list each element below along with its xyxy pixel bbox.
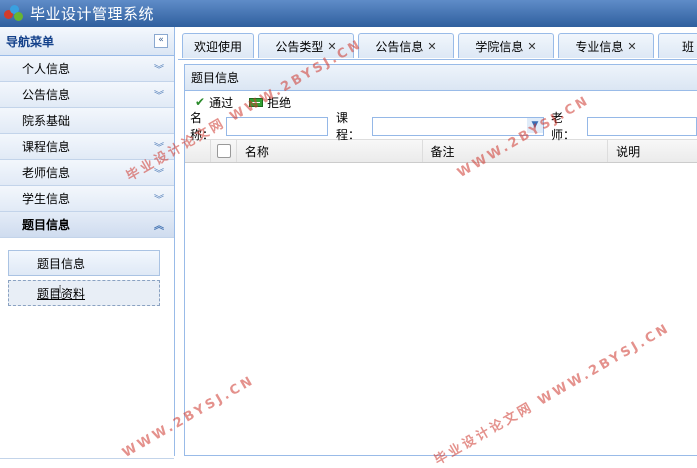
sidebar-item-course[interactable]: 课程信息 ︾ — [0, 134, 174, 160]
close-icon[interactable]: ✕ — [627, 40, 636, 53]
toolbar: ✔ 通过 拒绝 — [185, 91, 697, 113]
topic-panel: 题目信息 ✔ 通过 拒绝 名称： 课程： ▼ 老师： 名称 备注 说明 — [184, 64, 697, 456]
submenu-topic-info[interactable]: 题目信息 — [8, 250, 160, 276]
submenu-label: 题目信息 — [37, 256, 86, 271]
close-icon[interactable]: ✕ — [427, 40, 436, 53]
sidebar-item-department[interactable]: 院系基础 — [0, 108, 174, 134]
chevron-down-icon: ︾ — [154, 195, 164, 206]
chevron-down-icon: ︾ — [154, 143, 164, 154]
tab-label: 班 — [681, 39, 694, 54]
approve-button[interactable]: ✔ 通过 — [195, 94, 233, 111]
panel-title: 题目信息 — [185, 65, 697, 91]
sidebar: 导航菜单 « 个人信息 ︾ 公告信息 ︾ 院系基础 课程信息 ︾ 老师信息 ︾ … — [0, 27, 175, 459]
search-bar: 名称： 课程： ▼ 老师： — [185, 111, 697, 142]
name-input[interactable] — [226, 116, 328, 136]
column-header-remark[interactable]: 备注 — [423, 140, 609, 162]
sidebar-item-personal[interactable]: 个人信息 ︾ — [0, 56, 174, 82]
check-icon: ✔ — [195, 95, 206, 109]
course-select[interactable]: ▼ — [372, 116, 544, 136]
tab-notice-type[interactable]: 公告类型 ✕ — [258, 33, 354, 58]
close-icon[interactable]: ✕ — [527, 40, 536, 53]
tab-label: 公告信息 — [375, 39, 424, 54]
tab-label: 专业信息 — [575, 39, 624, 54]
tab-college-info[interactable]: 学院信息 ✕ — [458, 33, 554, 58]
chevron-down-icon: ︾ — [154, 65, 164, 76]
sidebar-item-label: 课程信息 — [22, 140, 71, 154]
column-header-desc[interactable]: 说明 — [608, 140, 697, 162]
grid-header: 名称 备注 说明 — [185, 139, 697, 163]
course-input[interactable] — [372, 116, 544, 136]
collapse-icon[interactable]: « — [154, 34, 168, 48]
submenu-topic-material[interactable]: 题目资料 — [8, 280, 160, 306]
tab-major-info[interactable]: 专业信息 ✕ — [558, 33, 654, 58]
topic-subpanel: 题目信息 题目资料 ☝ — [0, 238, 174, 459]
chevron-up-icon: ︽ — [154, 221, 164, 232]
sidebar-item-topic[interactable]: 题目信息 ︽ — [0, 212, 174, 238]
tab-notice-info[interactable]: 公告信息 ✕ — [358, 33, 454, 58]
close-icon[interactable]: ✕ — [327, 40, 336, 53]
approve-label: 通过 — [209, 95, 234, 110]
course-label: 课程： — [336, 111, 361, 142]
chevron-down-icon: ︾ — [154, 91, 164, 102]
chevron-down-icon: ︾ — [154, 169, 164, 180]
select-all-checkbox[interactable] — [211, 140, 237, 162]
teacher-label: 老师： — [551, 111, 576, 142]
logo-icon — [4, 4, 26, 23]
sidebar-item-teacher[interactable]: 老师信息 ︾ — [0, 160, 174, 186]
app-header: 毕业设计管理系统 — [0, 0, 697, 27]
sidebar-item-label: 学生信息 — [22, 192, 71, 206]
sidebar-item-label: 个人信息 — [22, 62, 71, 76]
sidebar-item-student[interactable]: 学生信息 ︾ — [0, 186, 174, 212]
sidebar-item-notice[interactable]: 公告信息 ︾ — [0, 82, 174, 108]
tab-welcome[interactable]: 欢迎使用 — [182, 33, 254, 58]
hand-cursor-icon: ☝ — [52, 282, 63, 303]
row-number-header — [185, 140, 211, 162]
reject-icon — [249, 97, 264, 107]
tab-label: 公告类型 — [275, 39, 324, 54]
tab-label: 欢迎使用 — [193, 39, 242, 54]
sidebar-item-label: 老师信息 — [22, 166, 71, 180]
sidebar-item-label: 院系基础 — [22, 114, 71, 128]
tab-class[interactable]: 班 — [658, 33, 697, 58]
sidebar-item-label: 公告信息 — [22, 88, 71, 102]
tab-label: 学院信息 — [475, 39, 524, 54]
reject-button[interactable]: 拒绝 — [249, 94, 291, 111]
name-label: 名称： — [190, 111, 215, 142]
reject-label: 拒绝 — [267, 95, 292, 110]
column-header-name[interactable]: 名称 — [237, 140, 423, 162]
teacher-input[interactable] — [587, 116, 697, 136]
sidebar-item-label: 题目信息 — [22, 218, 71, 232]
chevron-down-icon[interactable]: ▼ — [527, 117, 543, 133]
sidebar-header: 导航菜单 « — [0, 27, 174, 56]
app-title: 毕业设计管理系统 — [30, 5, 155, 23]
sidebar-title: 导航菜单 — [6, 34, 55, 49]
tab-bar: 欢迎使用 公告类型 ✕ 公告信息 ✕ 学院信息 ✕ 专业信息 ✕ 班 — [178, 30, 697, 60]
